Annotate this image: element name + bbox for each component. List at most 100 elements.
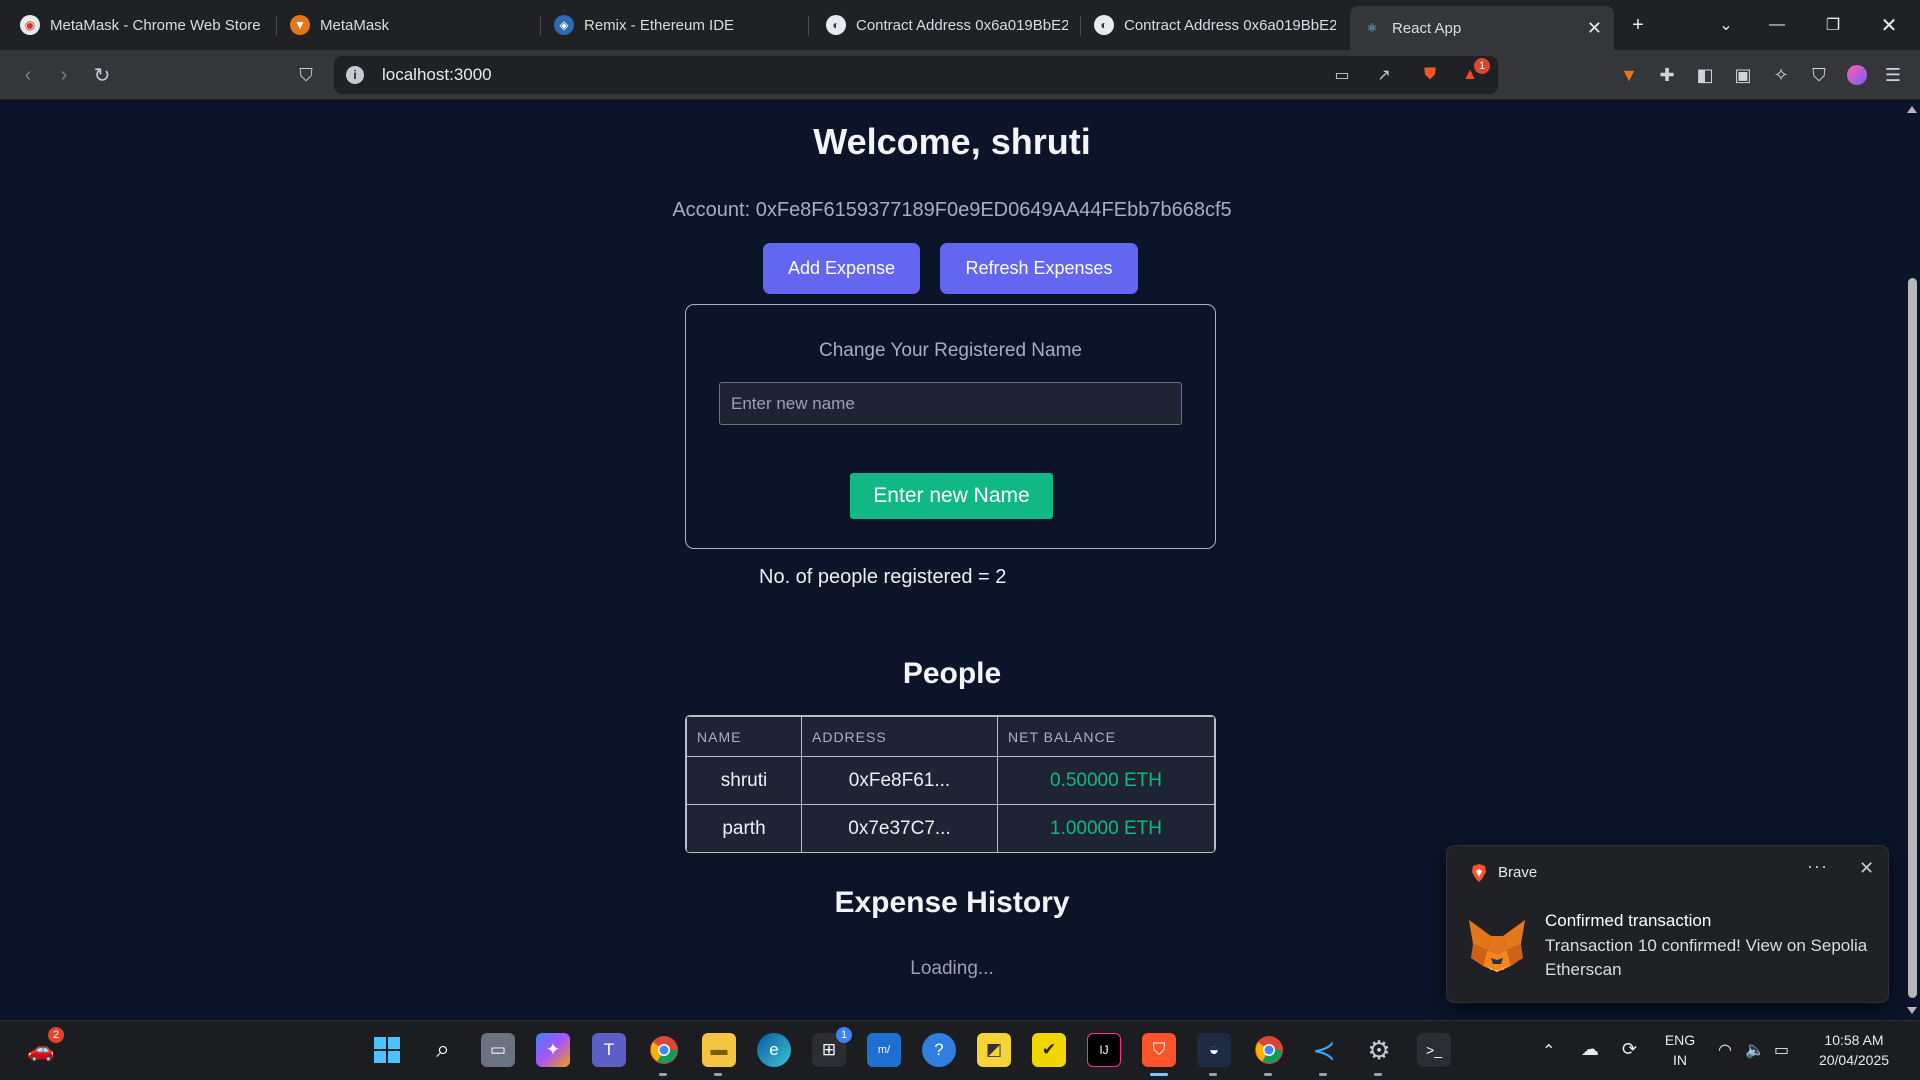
etherscan-icon: ◐ [1094,15,1114,35]
start-windows-icon[interactable] [370,1033,404,1067]
account-address: Account: 0xFe8F6159377189F0e9ED0649AA44F… [672,199,1232,221]
address-bar[interactable]: i localhost:3000 ▭ ↗ ⛊ ▲ 1 [334,56,1498,94]
tab-remix[interactable]: ◈ Remix - Ethereum IDE [542,6,808,44]
registered-count: No. of people registered = 2 [759,566,1007,588]
tab-title: Contract Address 0x6a019BbE2 [856,16,1068,34]
etherscan-icon: ◐ [826,15,846,35]
metamask-fox-icon: ▼ [290,15,310,35]
reload-button[interactable]: ↻ [88,62,116,88]
chrome-profile-icon[interactable] [1252,1033,1286,1076]
widgets-badge: 2 [48,1027,64,1043]
widgets-icon[interactable]: 🚗 2 [24,1027,64,1067]
close-notification-icon[interactable]: ✕ [1859,858,1874,879]
brave-logo-icon [1472,864,1486,882]
extensions-puzzle-icon[interactable]: ✚ [1654,62,1680,88]
close-tab-icon[interactable]: ✕ [1587,18,1602,39]
person-balance: 1.00000 ETH [997,804,1215,852]
tab-title: MetaMask [320,16,390,34]
edge-icon[interactable]: e [757,1033,791,1067]
brave-shields-icon[interactable]: ⛊ [1418,64,1442,86]
remix-icon: ◈ [554,15,574,35]
column-header-net-balance: NET BALANCE [997,716,1215,757]
tab-etherscan-1[interactable]: ◐ Contract Address 0x6a019BbE2 [814,6,1080,44]
profile-avatar[interactable] [1844,62,1870,88]
rewards-badge: 1 [1474,58,1490,74]
search-icon[interactable]: ⌕ [426,1033,460,1067]
mysql-workbench-icon[interactable]: m/ [867,1033,901,1067]
help-icon[interactable]: ? [922,1033,956,1067]
change-name-title: Change Your Registered Name [818,340,1082,361]
cast-icon[interactable]: ▭ [1330,64,1354,86]
settings-gear-icon[interactable]: ⚙ [1362,1033,1396,1076]
leo-ai-icon[interactable]: ✧ [1768,62,1794,88]
battery-icon[interactable]: ▭ [1774,1040,1789,1060]
metamask-fox-icon [1469,920,1525,972]
chrome-icon[interactable] [647,1033,681,1076]
tab-title: Remix - Ethereum IDE [584,16,735,34]
scroll-up-arrow-icon[interactable] [1907,106,1917,113]
share-icon[interactable]: ↗ [1372,64,1396,86]
welcome-heading: Welcome, shruti [813,121,1091,162]
show-hidden-icons-chevron-icon[interactable]: ⌃ [1542,1041,1555,1061]
microsoft-store-icon[interactable]: ⊞ 1 [812,1027,852,1067]
browser-tab-strip: ◉ MetaMask - Chrome Web Store ▼ MetaMask… [0,0,1920,50]
column-header-name: NAME [686,716,802,757]
clock-date: 20/04/2025 [1818,1052,1890,1068]
minimize-button[interactable]: — [1764,12,1790,38]
language-indicator[interactable]: ENG IN [1662,1030,1698,1070]
tab-title: Contract Address 0x6a019BbE2 [1124,16,1336,34]
sticky-notes-icon[interactable]: ◩ [977,1033,1011,1067]
people-table: NAME ADDRESS NET BALANCE shruti 0xFe8F61… [685,715,1216,853]
metamask-extension-icon[interactable]: ▼ [1616,62,1642,88]
back-button[interactable]: ‹ [14,62,42,88]
menu-hamburger-icon[interactable]: ☰ [1880,62,1906,88]
refresh-expenses-button[interactable]: Refresh Expenses [940,243,1138,294]
new-tab-button[interactable]: + [1625,12,1651,38]
browser-toolbar: ‹ › ↻ ⛉ i localhost:3000 ▭ ↗ ⛊ ▲ 1 ▼ ✚ ◧… [0,50,1920,100]
site-info-icon[interactable]: i [346,66,364,84]
table-row: parth 0x7e37C7... 1.00000 ETH [686,804,1215,852]
task-view-icon[interactable]: ▭ [481,1033,515,1067]
todo-check-icon[interactable]: ✔ [1032,1033,1066,1067]
forward-button[interactable]: › [50,62,78,88]
enter-new-name-button[interactable]: Enter new Name [850,473,1053,519]
sync-icon[interactable]: ⟳ [1622,1039,1637,1060]
url-text[interactable]: localhost:3000 [382,65,492,85]
onedrive-cloud-icon[interactable]: ☁ [1581,1039,1599,1060]
change-name-card: Change Your Registered Name Enter new Na… [685,304,1216,549]
close-window-button[interactable]: ✕ [1876,12,1902,38]
tab-title: MetaMask - Chrome Web Store [50,16,261,34]
restore-button[interactable]: ❐ [1820,12,1846,38]
vscode-icon[interactable]: ≺ [1307,1033,1341,1076]
file-explorer-icon[interactable]: ▬ [702,1033,736,1076]
more-options-icon[interactable]: ··· [1807,856,1828,877]
tab-etherscan-2[interactable]: ◐ Contract Address 0x6a019BbE2 [1082,6,1348,44]
clock[interactable]: 10:58 AM 20/04/2025 [1810,1030,1898,1070]
intellij-icon[interactable]: IJ [1087,1033,1121,1067]
new-name-input[interactable] [719,382,1182,425]
eclipse-icon[interactable]: ◒ [1197,1033,1231,1076]
person-name: shruti [686,756,802,805]
person-address: 0xFe8F61... [801,756,998,805]
volume-icon[interactable]: 🔈 [1745,1040,1765,1060]
teams-icon[interactable]: T [592,1033,626,1067]
brave-browser-icon[interactable]: ⛉ [1142,1033,1176,1076]
scroll-thumb[interactable] [1908,278,1917,998]
terminal-icon[interactable]: >_ [1417,1033,1451,1067]
vpn-shield-icon[interactable]: ⛉ [1806,62,1832,88]
tab-metamask-web-store[interactable]: ◉ MetaMask - Chrome Web Store [8,6,276,44]
tab-metamask[interactable]: ▼ MetaMask [278,6,540,44]
wifi-icon[interactable]: ◠ [1718,1040,1732,1060]
tab-search-chevron-icon[interactable]: ⌄ [1713,12,1739,38]
person-address: 0x7e37C7... [801,804,998,852]
page-scrollbar[interactable] [1904,100,1920,1020]
scroll-down-arrow-icon[interactable] [1907,1007,1917,1014]
tab-react-app[interactable]: ⚛ React App ✕ [1350,6,1614,50]
add-expense-button[interactable]: Add Expense [763,243,920,294]
sidebar-icon[interactable]: ◧ [1692,62,1718,88]
bookmark-icon[interactable]: ⛉ [292,62,320,88]
notification-toast[interactable]: Brave ··· ✕ Confirmed transaction Transa… [1446,845,1889,1003]
table-row: shruti 0xFe8F61... 0.50000 ETH [686,756,1215,805]
wallet-icon[interactable]: ▣ [1730,62,1756,88]
copilot-icon[interactable]: ✦ [536,1033,570,1067]
